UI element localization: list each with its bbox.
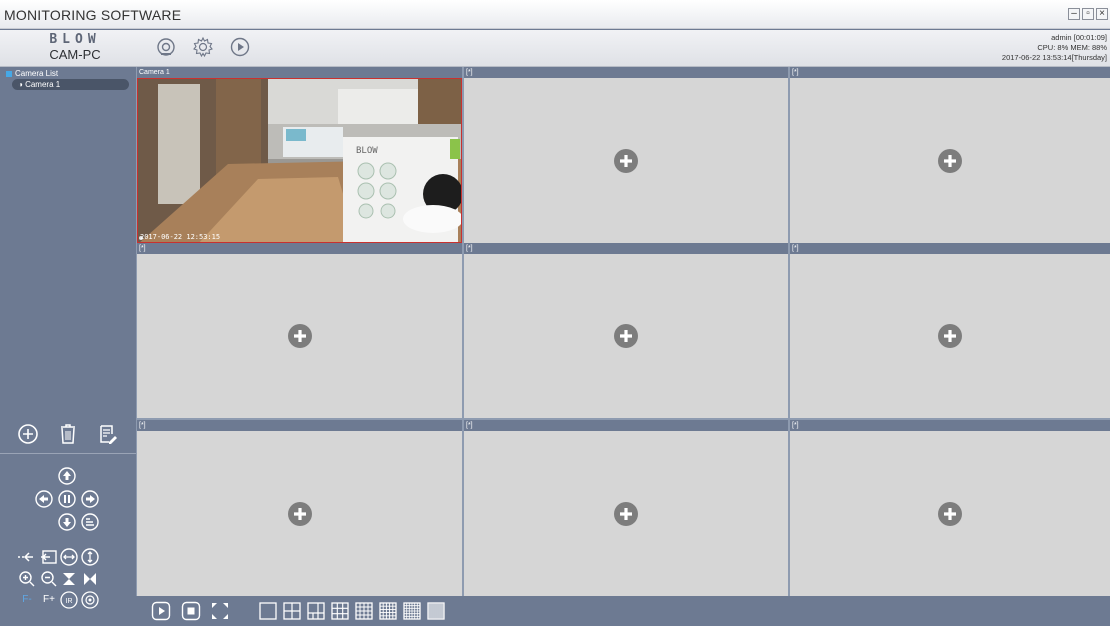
gear-icon[interactable] [192,36,214,58]
video-cell-6[interactable]: [*] [790,243,1110,418]
restore-button[interactable]: ▫ [1082,8,1094,20]
camera-tree: Camera List [6,69,58,78]
add-camera-plus-icon[interactable] [937,323,963,349]
video-grid: Camera 1 BLOW 2017-06-22 12:53:15 [*] [*… [136,67,1110,596]
close-button[interactable]: × [1096,8,1108,20]
brand-logo: BLOW [49,32,101,47]
camera-management [0,422,136,446]
layout-64-icon[interactable] [426,601,446,621]
layout-36-icon[interactable] [402,601,422,621]
app-logo: BLOW CAM-PC [36,32,114,63]
camera-list-item[interactable]: ◑ Camera 1 [12,79,129,90]
cell-header: Camera 1 [137,67,462,78]
layout-1-icon[interactable] [258,601,278,621]
folder-icon [6,70,12,77]
window-title: MONITORING SOFTWARE [4,7,182,23]
svg-text:IR: IR [66,598,73,605]
ptz-controls: F- F+ IR [0,459,136,626]
ptz-up-icon[interactable] [58,467,76,485]
cell-header: [*] [790,243,1110,254]
cell-header: [*] [137,243,462,254]
add-camera-plus-icon[interactable] [287,501,313,527]
ptz-menu-icon[interactable] [81,513,99,531]
add-camera-plus-icon[interactable] [613,501,639,527]
sidebar: Camera List ◑ Camera 1 F- F+ IR [0,67,136,626]
video-cell-1[interactable]: Camera 1 BLOW 2017-06-22 12:53:15 [137,67,462,243]
cell-header: [*] [790,67,1110,78]
ptz-pause-icon[interactable] [58,490,76,508]
camera-list-root[interactable]: Camera List [6,69,58,78]
video-timestamp: 2017-06-22 12:53:15 [140,233,221,241]
video-cell-3[interactable]: [*] [790,67,1110,243]
cpu-mem-status: CPU: 8% MEM: 88% [1037,43,1107,52]
title-bar: MONITORING SOFTWARE – ▫ × [0,0,1110,29]
camera-item-label: Camera 1 [25,80,61,89]
camera-feed[interactable]: BLOW 2017-06-22 12:53:15 [137,78,462,243]
video-cell-7[interactable]: [*] [137,420,462,596]
svg-text:BLOW: BLOW [356,146,378,156]
layout-25-icon[interactable] [378,601,398,621]
delete-camera-icon[interactable] [57,422,79,446]
camera-list-label: Camera List [15,69,59,78]
video-cell-2[interactable]: [*] [464,67,788,243]
add-camera-icon[interactable] [17,422,39,446]
focus-plus-button[interactable]: F+ [40,592,58,608]
camera-feed-image: BLOW [138,79,461,242]
ptz-right-icon[interactable] [81,490,99,508]
video-cell-4[interactable]: [*] [137,243,462,418]
vertical-scan-icon[interactable] [81,548,99,566]
add-camera-plus-icon[interactable] [937,501,963,527]
add-camera-plus-icon[interactable] [613,148,639,174]
zoom-out-icon[interactable] [40,570,58,588]
date-time: 2017-06-22 13:53:14[Thursday] [1001,53,1107,62]
toolbar: BLOW CAM-PC admin [00:01:09] CPU: 8% MEM… [0,30,1110,67]
iris-close-icon[interactable] [60,570,78,588]
add-camera-plus-icon[interactable] [613,323,639,349]
ptz-left-icon[interactable] [35,490,53,508]
minimize-button[interactable]: – [1068,8,1080,20]
layout-6-icon[interactable] [306,601,326,621]
layout-4-icon[interactable] [282,601,302,621]
fullscreen-icon[interactable] [210,601,230,621]
bottom-toolbar [136,596,1110,626]
video-cell-9[interactable]: [*] [790,420,1110,596]
cell-header: [*] [464,420,788,431]
video-cell-8[interactable]: [*] [464,420,788,596]
ptz-down-icon[interactable] [58,513,76,531]
zoom-window-icon[interactable] [40,548,58,566]
app-name: CAM-PC [49,47,101,62]
add-camera-plus-icon[interactable] [287,323,313,349]
cell-header: [*] [137,420,462,431]
horizontal-scan-icon[interactable] [60,548,78,566]
zoom-in-icon[interactable] [18,570,36,588]
cell-header: [*] [790,420,1110,431]
zoom-in-arrow-icon[interactable] [16,548,38,566]
edit-camera-icon[interactable] [97,422,119,446]
layout-9-icon[interactable] [330,601,350,621]
play-all-icon[interactable] [151,601,171,621]
cell-header: [*] [464,67,788,78]
playback-icon[interactable] [229,36,251,58]
system-info: admin [00:01:09] CPU: 8% MEM: 88% 2017-0… [1002,33,1107,63]
add-camera-plus-icon[interactable] [937,148,963,174]
ir-icon[interactable]: IR [60,591,78,609]
sidebar-divider [0,453,136,454]
video-cell-5[interactable]: [*] [464,243,788,418]
snapshot-icon[interactable] [81,591,99,609]
stop-all-icon[interactable] [181,601,201,621]
focus-minus-button[interactable]: F- [18,592,36,608]
cell-header: [*] [464,243,788,254]
layout-16-icon[interactable] [354,601,374,621]
camera-settings-icon[interactable] [155,36,177,58]
iris-open-icon[interactable] [81,570,99,588]
user-session: admin [00:01:09] [1051,33,1107,42]
webcam-icon: ◑ [18,80,26,89]
